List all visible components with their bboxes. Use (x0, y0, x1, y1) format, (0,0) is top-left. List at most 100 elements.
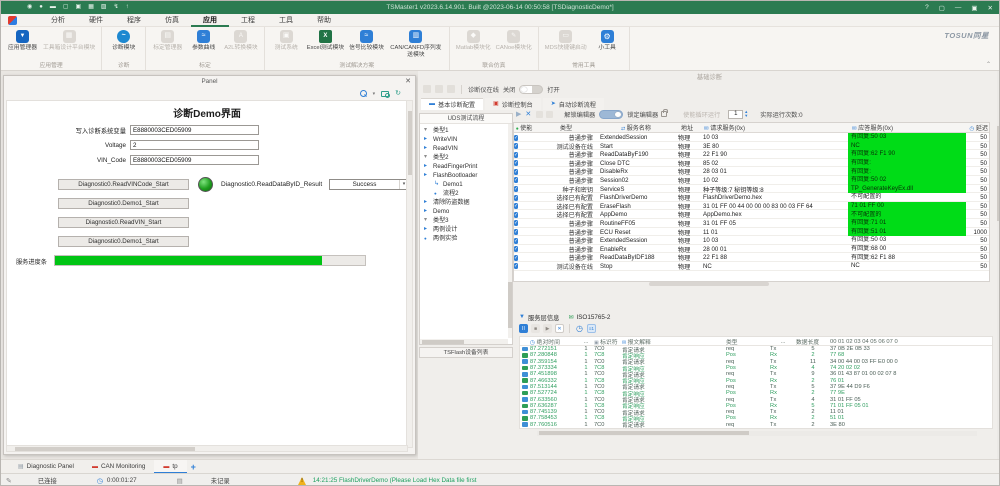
close-icon[interactable] (988, 4, 993, 12)
tree-item[interactable]: FlashBootloader (420, 171, 512, 180)
enable-checkbox[interactable] (514, 212, 518, 218)
toolbar-icon[interactable] (546, 111, 553, 118)
editor-lock-toggle[interactable] (599, 110, 623, 119)
save-icon[interactable] (88, 1, 94, 14)
menu-tab[interactable]: 程序 (115, 14, 153, 27)
refresh-icon[interactable] (395, 90, 401, 97)
col-addr[interactable]: 地址 (674, 123, 700, 132)
menu-tab[interactable]: 工具 (267, 14, 305, 27)
flash-icon[interactable] (114, 1, 119, 14)
toolbar-icon[interactable] (447, 85, 455, 93)
ribbon-item[interactable]: CANoe模块化 (495, 29, 533, 53)
tree-item[interactable]: 两例实验 (420, 234, 512, 243)
col-abs-time[interactable]: 绝对时间 (530, 337, 578, 346)
col-bytes[interactable]: 00 01 02 03 04 05 06 07 0 (830, 339, 992, 345)
col-type[interactable]: 类型 (534, 123, 598, 132)
enable-checkbox[interactable] (514, 220, 518, 226)
step-row[interactable]: 选择已有配置 FlashDriverDemo 物理 FlashDriverDem… (514, 193, 989, 202)
status-message[interactable]: 14:21:25 FlashDriverDemo (Please Load He… (313, 477, 477, 484)
step-row[interactable]: 普通步骤 DisableRx 物理 28 03 01 有回复: 50 (514, 167, 989, 176)
record-icon[interactable] (39, 1, 43, 14)
ribbon-item[interactable]: 信号比较模块 (348, 29, 385, 59)
field-input[interactable]: E8880003CED05909 (130, 125, 259, 135)
log-row[interactable]: 87.745139 1 7C0 肯定请求 req Tx 2 11 01 (520, 409, 992, 415)
log-row[interactable]: 87.527724 1 7C8 肯定响应 Pos Rx 2 77 9E (520, 390, 992, 396)
ribbon-item[interactable]: Matlab模块化 (455, 29, 492, 53)
document-tab[interactable]: CAN Monitoring (83, 460, 154, 474)
layout-icon[interactable] (76, 1, 82, 14)
tree-item[interactable]: WriteVIN (420, 135, 512, 144)
stepper-arrows-icon[interactable]: ▲▼ (744, 110, 748, 118)
step-row[interactable]: 选择已有配置 AppDemo 物理 AppDemo.hex 不可配置的 50 (514, 210, 989, 219)
log-row[interactable]: 87.373334 1 7C8 肯定响应 Pos Rx 4 74 20 02 0… (520, 365, 992, 371)
pause-icon[interactable] (50, 1, 56, 14)
enable-checkbox[interactable] (514, 238, 518, 244)
step-row[interactable]: 测试设备在线 Start 物理 3E 80 NC 50 (514, 142, 989, 151)
maximize-icon[interactable] (939, 4, 945, 12)
col-count[interactable]: ... (578, 339, 594, 345)
enable-checkbox[interactable] (514, 186, 518, 192)
menu-tab[interactable]: 仿真 (153, 14, 191, 27)
tester-online-toggle[interactable] (519, 85, 543, 94)
tree-item[interactable]: ReadFingerPrint (420, 162, 512, 171)
step-row[interactable]: 选择已有配置 EraseFlash 物理 31 01 FF 00 44 00 0… (514, 202, 989, 211)
step-row[interactable]: 普通步骤 Close DTC 物理 85 02 有回复: 50 (514, 159, 989, 168)
col-data-length[interactable]: 数据长度 (796, 337, 830, 346)
log-row[interactable]: 87.359154 1 7C0 肯定请求 req Tx 11 34 00 44 … (520, 359, 992, 365)
enable-checkbox[interactable] (514, 143, 518, 149)
panel-vertical-scrollbar[interactable] (406, 100, 413, 448)
enable-checkbox[interactable] (514, 160, 518, 166)
log-row[interactable]: 87.272151 1 7C0 肯定请求 req Tx 5 37 0B 2E 0… (520, 346, 992, 352)
splitter-handle[interactable] (649, 282, 769, 286)
diagnostic-start-button[interactable]: Diagnostic0.ReadVIN_Start (58, 217, 189, 228)
enable-checkbox[interactable] (514, 246, 518, 252)
clear-icon[interactable] (525, 110, 531, 118)
tree-horizontal-scrollbar[interactable] (420, 339, 508, 344)
ribbon-item[interactable]: A2L转换模块 (223, 29, 259, 53)
ribbon-item[interactable]: 参数曲线 (187, 29, 220, 53)
tsflash-device-list-tab[interactable]: TSFlash设备列表 (419, 347, 513, 358)
run-icon[interactable] (516, 110, 521, 118)
merge-frames-icon[interactable] (587, 324, 596, 333)
menu-tab[interactable]: 工程 (229, 14, 267, 27)
document-tab[interactable]: tp (154, 460, 186, 474)
tree-item[interactable]: 类型3 (420, 216, 512, 225)
restore-icon[interactable] (971, 4, 977, 12)
result-dropdown[interactable]: Success (329, 179, 409, 190)
minimize-icon[interactable] (955, 4, 962, 11)
log-row[interactable]: 87.760516 1 7C0 肯定请求 req Tx 2 3E 80 (520, 422, 992, 428)
power-icon[interactable] (27, 1, 32, 14)
panel-horizontal-scrollbar[interactable] (6, 445, 408, 452)
tree-item[interactable]: Demo (420, 207, 512, 216)
enable-checkbox[interactable] (514, 203, 518, 209)
window-icon[interactable] (63, 1, 69, 14)
col-name[interactable]: 服务名称 (598, 123, 674, 132)
ribbon-item[interactable]: 小工具 (591, 29, 624, 53)
step-row[interactable]: 普通步骤 ECU Reset 物理 11 01 有回复:51 01 1000 (514, 228, 989, 237)
loop-count-stepper[interactable]: 1 (728, 110, 743, 119)
enable-checkbox[interactable] (514, 152, 518, 158)
step-row[interactable]: 普通步骤 ReadDataByIDF188 物理 22 F1 88 有回复:62… (514, 253, 989, 262)
enable-checkbox[interactable] (514, 229, 518, 235)
collapse-ribbon-icon[interactable] (986, 61, 991, 68)
enable-checkbox[interactable] (514, 135, 518, 141)
log-row[interactable]: 87.466332 1 7C8 肯定响应 Pos Rx 2 76 01 (520, 377, 992, 383)
document-tab[interactable]: Diagnostic Panel (9, 460, 83, 474)
log-row[interactable]: 87.451898 1 7C0 肯定请求 req Tx 9 36 01 43 8… (520, 371, 992, 377)
stop-log-icon[interactable] (531, 324, 540, 333)
step-row[interactable]: 种子和密钥 ServiceS 物理 种子等级:7 秘钥等级:8 TP_Gener… (514, 185, 989, 194)
col-request[interactable]: 请求服务(0x) (700, 123, 848, 132)
enable-checkbox[interactable] (514, 255, 518, 261)
log-row[interactable]: 87.758453 1 7C8 肯定响应 Pos Rx 2 51 01 (520, 415, 992, 421)
help-icon[interactable] (925, 4, 929, 11)
tree-item[interactable]: 流程2 (420, 189, 512, 198)
ribbon-item[interactable]: CAN/CANFD序列发送模块 (388, 29, 444, 59)
enable-checkbox[interactable] (514, 263, 518, 269)
panel-close-icon[interactable] (405, 77, 411, 86)
upload-icon[interactable] (126, 1, 129, 14)
log-row[interactable]: 87.633560 1 7C0 肯定请求 req Tx 4 31 01 FF 0… (520, 396, 992, 402)
ribbon-item[interactable]: 标定管理器 (151, 29, 184, 53)
zoom-caret-icon[interactable] (373, 91, 376, 97)
field-input[interactable]: E8880003CED05909 (130, 155, 259, 165)
enable-checkbox[interactable] (514, 169, 518, 175)
